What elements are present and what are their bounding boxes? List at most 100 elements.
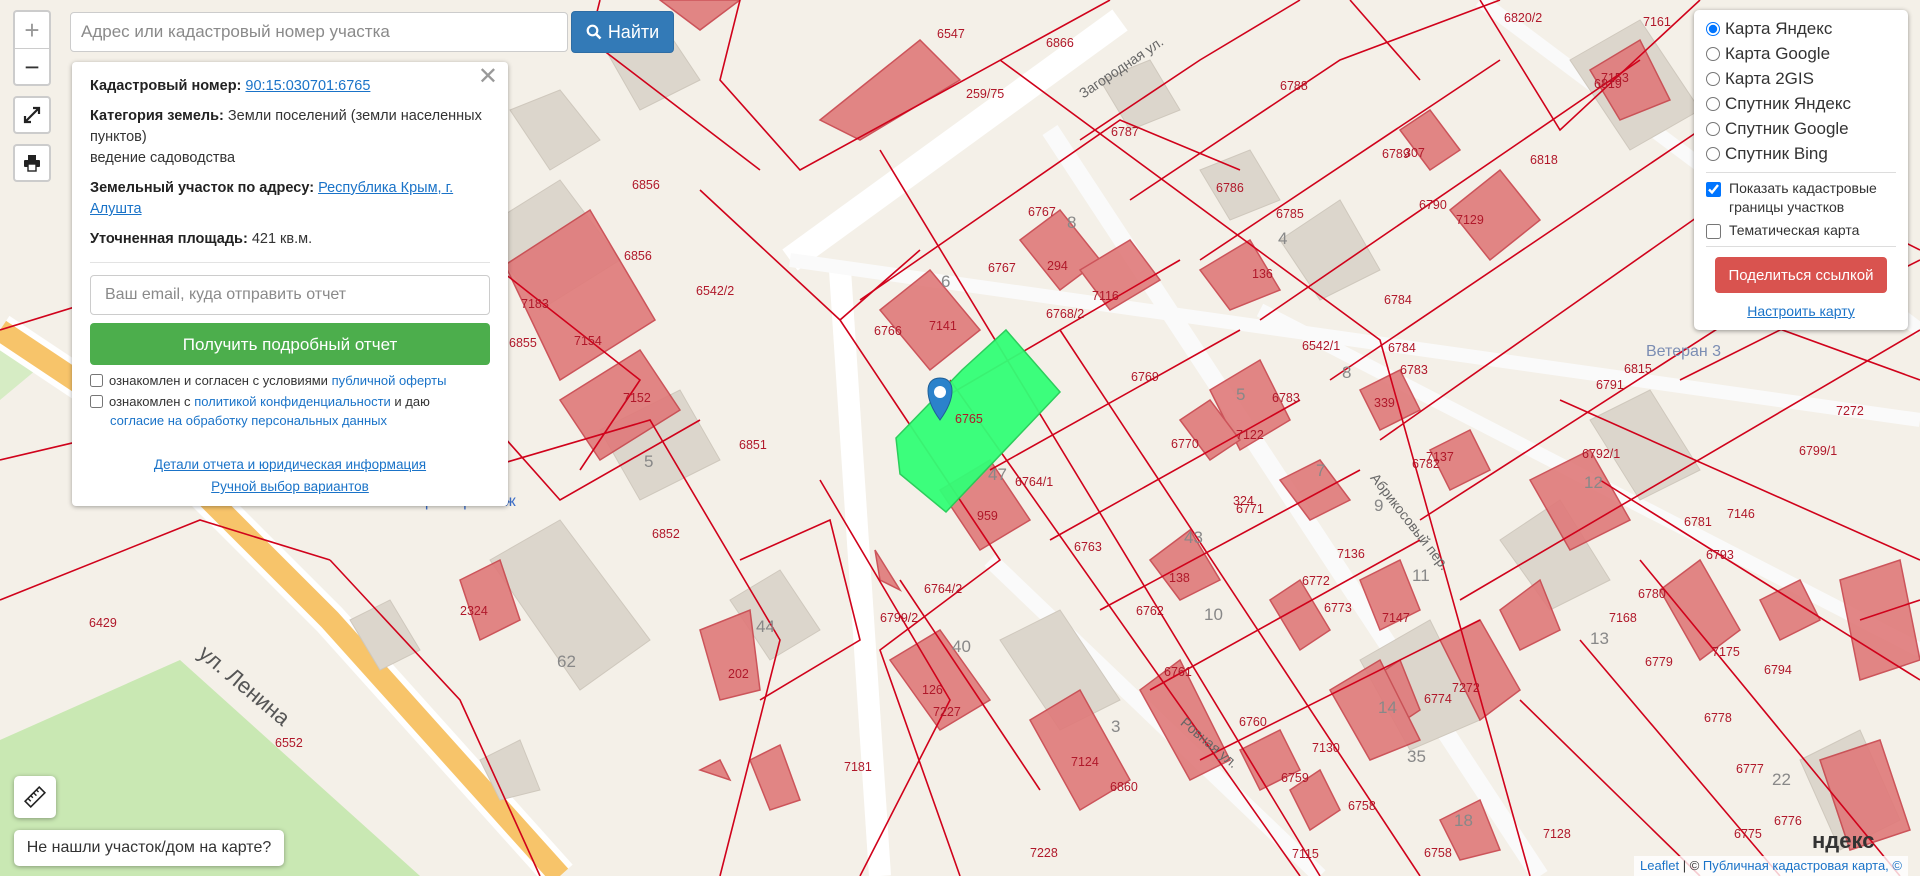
zoom-in-button[interactable]: + [15, 12, 49, 48]
email-field[interactable] [90, 275, 490, 315]
parcel-label: 294 [1047, 259, 1068, 273]
attribution-sep: | © [1679, 858, 1703, 873]
parcel-label: 6 [941, 272, 951, 291]
area-value: 421 кв.м. [251, 231, 313, 247]
layer-radio-2[interactable] [1706, 71, 1720, 86]
parcel-label: 7153 [1601, 71, 1629, 85]
layer-option-4[interactable]: Спутник Google [1706, 116, 1896, 141]
show-boundaries-checkbox[interactable] [1706, 182, 1721, 197]
layer-option-label: Спутник Bing [1725, 143, 1828, 163]
cadastral-number-row: Кадастровый номер: 90:15:030701:6765 [90, 76, 490, 97]
parcel-label: 11 [1412, 566, 1430, 585]
parcel-label: 6775 [1734, 827, 1762, 841]
parcel-label: 6851 [739, 438, 767, 452]
leaflet-link[interactable]: Leaflet [1640, 858, 1679, 873]
close-icon[interactable]: ✕ [478, 65, 498, 89]
parcel-label: 7168 [1609, 611, 1637, 625]
offer-link[interactable]: публичной оферты [332, 373, 447, 388]
privacy-checkbox[interactable] [90, 395, 103, 408]
privacy-consent-row: ознакомлен с политикой конфиденциальност… [90, 392, 490, 430]
parcel-label: 138 [1169, 571, 1190, 585]
parcel-label: 7116 [1092, 289, 1119, 303]
parcel-label: 6783 [1272, 391, 1300, 405]
parcel-label: 6776 [1774, 814, 1802, 828]
parcel-label: 6429 [89, 616, 117, 630]
parcel-label: 7124 [1071, 755, 1099, 769]
parcel-label: 6781 [1684, 515, 1712, 529]
parcel-label: 6856 [624, 249, 652, 263]
layer-option-label: Карта Google [1725, 43, 1831, 63]
consent-link[interactable]: согласие на обработку персональных данны… [110, 413, 387, 428]
parcel-label: 6790 [1419, 198, 1447, 212]
thematic-map-checkbox[interactable] [1706, 224, 1721, 239]
area-row: Уточненная площадь: 421 кв.м. [90, 229, 490, 250]
layer-radio-3[interactable] [1706, 96, 1720, 111]
get-report-button[interactable]: Получить подробный отчет [90, 323, 490, 365]
parcel-label: 7272 [1452, 681, 1480, 695]
parcel-label: 136 [1252, 267, 1273, 281]
offer-consent-row: ознакомлен и согласен с условиями публич… [90, 371, 490, 390]
cadastral-number-link[interactable]: 90:15:030701:6765 [245, 78, 370, 94]
share-link-button[interactable]: Поделиться ссылкой [1715, 257, 1887, 293]
parcel-label: 307 [1404, 146, 1425, 160]
thematic-map-toggle[interactable]: Тематическая карта [1706, 221, 1896, 240]
parcel-label: 6762 [1136, 604, 1164, 618]
layer-radio-5[interactable] [1706, 146, 1720, 161]
layer-radio-4[interactable] [1706, 121, 1720, 136]
layer-option-2[interactable]: Карта 2GIS [1706, 66, 1896, 91]
layer-option-label: Спутник Яндекс [1725, 93, 1851, 113]
parcel-label: 6769 [1131, 370, 1159, 384]
parcel-label: 339 [1374, 396, 1395, 410]
layers-divider [1706, 172, 1896, 173]
find-button[interactable]: Найти [571, 11, 674, 53]
parcel-label: 6774 [1424, 692, 1452, 706]
find-button-label: Найти [607, 21, 660, 42]
measure-button[interactable] [14, 776, 56, 818]
parcel-label: 43 [1184, 528, 1203, 547]
parcel-label: 14 [1378, 698, 1397, 717]
parcel-label: 62 [557, 652, 576, 671]
parcel-label: 6779 [1645, 655, 1673, 669]
layer-radio-1[interactable] [1706, 46, 1720, 61]
parcel-label: 7128 [1543, 827, 1571, 841]
print-button[interactable] [13, 144, 51, 182]
search-input[interactable] [70, 12, 568, 52]
offer-checkbox[interactable] [90, 374, 103, 387]
parcel-label: 6759 [1281, 771, 1309, 785]
privacy-text: ознакомлен с [109, 394, 191, 409]
parcel-label: 6799/1 [1799, 444, 1838, 458]
fullscreen-icon [23, 106, 41, 124]
parcel-label: 6547 [937, 27, 965, 41]
panel-divider [90, 262, 490, 263]
parcel-label: 7146 [1727, 507, 1755, 521]
layer-option-5[interactable]: Спутник Bing [1706, 141, 1896, 166]
parcel-label: 7129 [1456, 213, 1484, 227]
zoom-out-button[interactable]: − [15, 48, 49, 85]
setup-map-link[interactable]: Настроить карту [1747, 303, 1855, 319]
layer-option-3[interactable]: Спутник Яндекс [1706, 91, 1896, 116]
yandex-logo: ндекс [1812, 828, 1875, 853]
parcel-label: 6799/2 [880, 611, 919, 625]
parcel-label: 7181 [844, 760, 872, 774]
layer-radio-0[interactable] [1706, 21, 1720, 36]
manual-selection-link[interactable]: Ручной выбор вариантов [211, 479, 369, 494]
parcel-label: 6764/1 [1015, 475, 1054, 489]
report-details-link[interactable]: Детали отчета и юридическая информация [154, 457, 426, 472]
layer-option-label: Спутник Google [1725, 118, 1849, 138]
fullscreen-button[interactable] [13, 96, 51, 134]
parcel-label: 5 [1236, 385, 1246, 404]
parcel-label: 324 [1233, 494, 1254, 508]
privacy-link[interactable]: политикой конфиденциальности [194, 394, 391, 409]
land-category-row: Категория земель: Земли поселений (земли… [90, 106, 490, 169]
show-boundaries-toggle[interactable]: Показать кадастровые границы участков [1706, 179, 1896, 217]
not-found-button[interactable]: Не нашли участок/дом на карте? [14, 830, 284, 866]
land-category-label: Категория земель: [90, 108, 224, 124]
parcel-label: 6855 [509, 336, 537, 350]
parcel-label: 6542/2 [696, 284, 735, 298]
panel-links: Детали отчета и юридическая информация Р… [90, 454, 490, 498]
layer-option-0[interactable]: Карта Яндекс [1706, 16, 1896, 41]
layer-option-1[interactable]: Карта Google [1706, 41, 1896, 66]
cadastre-link[interactable]: Публичная кадастровая карта, © [1703, 858, 1902, 873]
attribution: Leaflet | © Публичная кадастровая карта,… [1634, 856, 1908, 876]
parcel-label: 6785 [1276, 207, 1304, 221]
